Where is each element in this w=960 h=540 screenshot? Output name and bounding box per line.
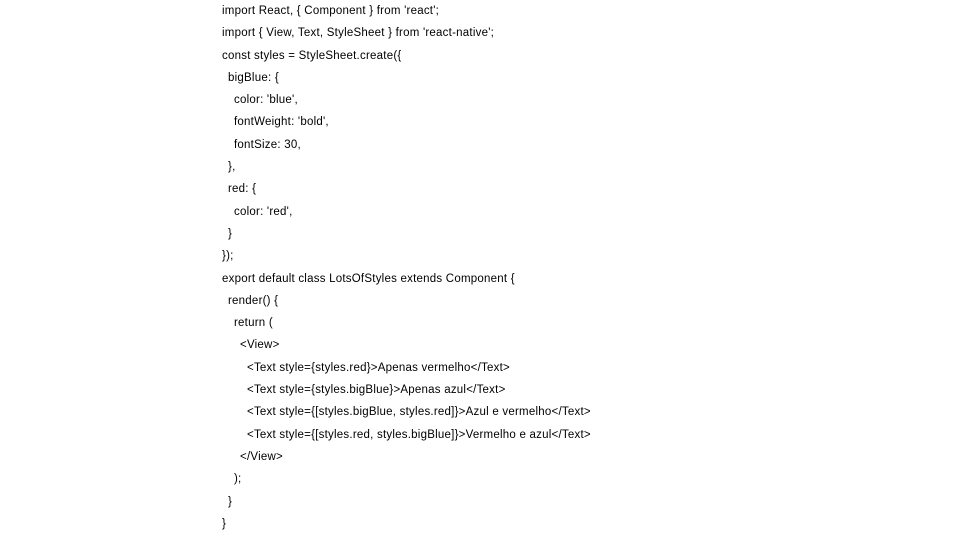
code-line: return ( — [234, 317, 273, 330]
code-line: fontSize: 30, — [234, 138, 301, 151]
code-line: import React, { Component } from 'react'… — [222, 5, 440, 17]
code-line: <View> — [240, 339, 280, 352]
code-line: ); — [234, 473, 242, 486]
code-line: } — [228, 495, 233, 508]
code-line: color: 'blue', — [234, 94, 298, 107]
code-line: import { View, Text, StyleSheet } from '… — [222, 27, 495, 40]
code-line: export default class LotsOfStyles extend… — [222, 272, 515, 285]
code-line: } — [228, 227, 233, 240]
code-line: render() { — [228, 294, 279, 307]
code-line: red: { — [228, 183, 257, 196]
code-line: <Text style={[styles.bigBlue, styles.red… — [247, 406, 591, 419]
code-line: </View> — [240, 450, 283, 463]
code-line: const styles = StyleSheet.create({ — [222, 49, 402, 62]
code-line: }); — [222, 250, 234, 263]
code-line: <Text style={styles.red}>Apenas vermelho… — [247, 361, 510, 374]
code-listing: import React, { Component } from 'react'… — [222, 0, 922, 535]
code-line: fontWeight: 'bold', — [234, 116, 329, 129]
code-line: <Text style={[styles.red, styles.bigBlue… — [247, 428, 591, 441]
code-line: color: 'red', — [234, 205, 293, 218]
code-line: } — [222, 517, 227, 530]
code-line: bigBlue: { — [228, 71, 279, 84]
code-line: }, — [228, 161, 236, 174]
code-line: <Text style={styles.bigBlue}>Apenas azul… — [247, 384, 506, 397]
